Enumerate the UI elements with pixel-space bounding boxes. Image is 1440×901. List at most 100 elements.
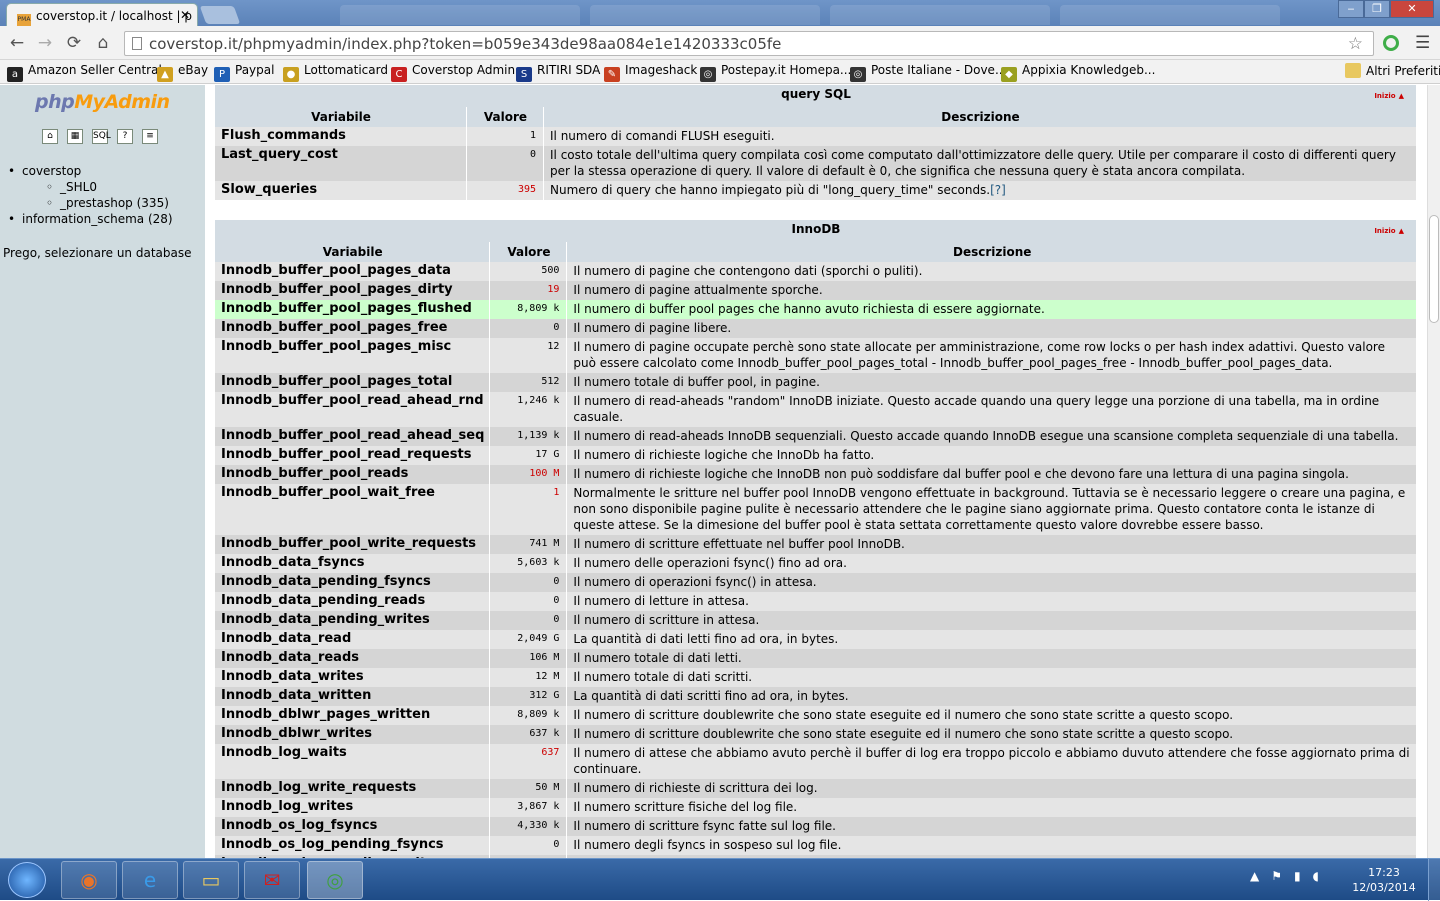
bookmark-star-icon[interactable]: ☆ bbox=[1348, 34, 1363, 54]
sql-icon[interactable]: SQL bbox=[92, 129, 111, 144]
reload-icon[interactable]: ⟳ bbox=[63, 32, 85, 54]
tray-icon[interactable]: ▮ bbox=[1294, 869, 1301, 883]
column-header-description[interactable]: Descrizione bbox=[567, 242, 1416, 262]
postepay-icon: ◎ bbox=[700, 67, 716, 82]
table-row[interactable]: Innodb_buffer_pool_pages_misc 12 Il numero… bbox=[215, 338, 1416, 373]
top-link[interactable]: Inizio ▲ bbox=[1371, 223, 1404, 239]
variable-description: La quantità di dati letti fino ad ora, i… bbox=[567, 630, 1416, 649]
table-row[interactable]: Innodb_os_log_pending_fsyncs 0 Il numero d… bbox=[215, 836, 1416, 855]
bookmark-item[interactable]: C Coverstop Admin bbox=[391, 63, 515, 82]
table-row[interactable]: Innodb_buffer_pool_write_requests 741 M Il… bbox=[215, 535, 1416, 554]
database-item[interactable]: • information_schema (28) bbox=[8, 211, 173, 227]
table-row[interactable]: Innodb_data_pending_writes 0 Il numero di … bbox=[215, 611, 1416, 630]
table-row[interactable]: Flush_commands 1 Il numero di comandi FLUS… bbox=[215, 127, 1416, 146]
bookmark-item[interactable]: ◆ Appixia Knowledgeb... bbox=[1001, 63, 1155, 82]
maximize-button[interactable]: ❐ bbox=[1364, 0, 1390, 18]
variable-name: Innodb_log_writes bbox=[215, 798, 490, 817]
table-row[interactable]: Innodb_buffer_pool_read_requests 17 G Il n… bbox=[215, 446, 1416, 465]
tab-phpmyadmin[interactable]: PMA coverstop.it / localhost | p ✕ bbox=[6, 3, 198, 27]
table-row[interactable]: Last_query_cost 0 Il costo totale dell'ult… bbox=[215, 146, 1416, 181]
firefox-icon[interactable]: ◉ bbox=[61, 861, 117, 899]
database-item[interactable]: • coverstop bbox=[8, 163, 173, 179]
table-row[interactable]: Innodb_data_writes 12 M Il numero totale d… bbox=[215, 668, 1416, 687]
table-row[interactable]: Innodb_data_pending_reads 0 Il numero di l… bbox=[215, 592, 1416, 611]
variable-name: Innodb_buffer_pool_pages_total bbox=[215, 373, 490, 392]
database-item[interactable]: ◦ _SHL0 bbox=[8, 179, 173, 195]
settings-icon[interactable]: ≡ bbox=[142, 129, 158, 144]
table-row[interactable]: Innodb_buffer_pool_pages_data 500 Il numer… bbox=[215, 262, 1416, 281]
tray-icon[interactable]: ⚑ bbox=[1271, 869, 1282, 883]
table-row[interactable]: Innodb_os_log_fsyncs 4,330 k Il numero di … bbox=[215, 817, 1416, 836]
chrome-menu-icon[interactable]: ☰ bbox=[1415, 33, 1430, 53]
appixia-icon: ◆ bbox=[1001, 67, 1017, 82]
bookmark-item[interactable]: S RITIRI SDA bbox=[516, 63, 600, 82]
variable-description: Il numero totale di dati scritti. bbox=[567, 668, 1416, 687]
table-row[interactable]: Innodb_dblwr_pages_written 8,809 k Il nume… bbox=[215, 706, 1416, 725]
bookmark-item[interactable]: a Amazon Seller Central bbox=[7, 63, 162, 82]
phpmyadmin-logo[interactable]: phpMyAdmin bbox=[35, 91, 170, 113]
table-row[interactable]: Innodb_buffer_pool_read_ahead_seq 1,139 k… bbox=[215, 427, 1416, 446]
table-row[interactable]: Innodb_buffer_pool_pages_free 0 Il numero … bbox=[215, 319, 1416, 338]
scrollbar-thumb[interactable] bbox=[1429, 215, 1439, 323]
bookmark-item[interactable]: ◎ Poste Italiane - Dove... bbox=[850, 63, 1006, 82]
description-text: Il numero totale di dati letti. bbox=[573, 651, 742, 665]
clock[interactable]: 17:23 12/03/2014 bbox=[1348, 865, 1420, 895]
table-row[interactable]: Innodb_data_read 2,049 G La quantità di da… bbox=[215, 630, 1416, 649]
internet-explorer-icon[interactable]: e bbox=[122, 861, 178, 899]
table-row[interactable]: Slow_queries 395 Numero di query che hanno… bbox=[215, 181, 1416, 200]
table-row[interactable]: Innodb_buffer_pool_pages_dirty 19 Il numer… bbox=[215, 281, 1416, 300]
description-text: Il numero di pagine occupate perchè sono… bbox=[573, 340, 1385, 370]
column-header-variable[interactable]: Variabile bbox=[215, 242, 490, 262]
top-link[interactable]: Inizio ▲ bbox=[1371, 88, 1404, 104]
variable-name: Innodb_buffer_pool_reads bbox=[215, 465, 490, 484]
bookmark-item[interactable]: P Paypal bbox=[214, 63, 274, 82]
table-row[interactable]: Innodb_buffer_pool_pages_flushed 8,809 k I… bbox=[215, 300, 1416, 319]
column-header-value[interactable]: Valore bbox=[467, 107, 543, 127]
home-icon[interactable]: ⌂ bbox=[42, 129, 58, 144]
mail-icon[interactable]: ✉ bbox=[244, 861, 300, 899]
documentation-link[interactable]: [?] bbox=[990, 183, 1006, 197]
table-row[interactable]: Innodb_data_pending_fsyncs 0 Il numero di … bbox=[215, 573, 1416, 592]
table-row[interactable]: Innodb_log_write_requests 50 M Il numero d… bbox=[215, 779, 1416, 798]
windows-start-button[interactable] bbox=[8, 862, 46, 898]
other-bookmarks[interactable]: Altri Preferiti bbox=[1345, 63, 1440, 78]
back-arrow-icon[interactable]: ← bbox=[6, 32, 28, 54]
table-row[interactable]: Innodb_buffer_pool_reads 100 M Il numero d… bbox=[215, 465, 1416, 484]
column-header-description[interactable]: Descrizione bbox=[544, 107, 1416, 127]
table-row[interactable]: Innodb_log_waits 637 Il numero di attese c… bbox=[215, 744, 1416, 779]
table-row[interactable]: Innodb_log_writes 3,867 k Il numero scritt… bbox=[215, 798, 1416, 817]
tab-close-icon[interactable]: ✕ bbox=[180, 8, 190, 22]
table-row[interactable]: Innodb_buffer_pool_wait_free 1 Normalmente… bbox=[215, 484, 1416, 535]
show-desktop-button[interactable] bbox=[1428, 859, 1440, 901]
table-row[interactable]: Innodb_buffer_pool_pages_total 512 Il nume… bbox=[215, 373, 1416, 392]
home-icon[interactable]: ⌂ bbox=[92, 32, 114, 54]
table-row[interactable]: Innodb_dblwr_writes 637 k Il numero di scr… bbox=[215, 725, 1416, 744]
close-window-button[interactable]: ✕ bbox=[1390, 0, 1434, 18]
variable-description: Il numero di richieste logiche che InnoD… bbox=[567, 446, 1416, 465]
window-controls: ‒ ❐ ✕ bbox=[1338, 0, 1434, 18]
address-bar[interactable]: coverstop.it/phpmyadmin/index.php?token=… bbox=[124, 31, 1374, 56]
extension-icon[interactable] bbox=[1383, 35, 1399, 51]
bookmark-item[interactable]: ▲ eBay bbox=[157, 63, 208, 82]
table-row[interactable]: Innodb_data_reads 106 M Il numero totale d… bbox=[215, 649, 1416, 668]
tray-icon[interactable]: ◖ bbox=[1313, 869, 1319, 883]
page-scrollbar[interactable] bbox=[1427, 85, 1440, 858]
query-window-icon[interactable]: ▦ bbox=[67, 129, 83, 144]
explorer-icon[interactable]: ▭ bbox=[183, 861, 239, 899]
table-row[interactable]: Innodb_buffer_pool_read_ahead_rnd 1,246 k… bbox=[215, 392, 1416, 427]
bookmark-item[interactable]: ✎ Imageshack bbox=[604, 63, 697, 82]
table-row[interactable]: Innodb_data_written 312 G La quantità di d… bbox=[215, 687, 1416, 706]
forward-arrow-icon[interactable]: → bbox=[34, 32, 56, 54]
docs-icon[interactable]: ? bbox=[117, 129, 133, 144]
bookmark-item[interactable]: ● Lottomaticard bbox=[283, 63, 388, 82]
tray-icon[interactable]: ▲ bbox=[1250, 869, 1259, 883]
column-header-value[interactable]: Valore bbox=[490, 242, 567, 262]
chrome-icon[interactable]: ◎ bbox=[307, 861, 363, 899]
database-item[interactable]: ◦ _prestashop (335) bbox=[8, 195, 173, 211]
column-header-variable[interactable]: Variabile bbox=[215, 107, 466, 127]
new-tab-button[interactable] bbox=[199, 6, 241, 24]
minimize-button[interactable]: ‒ bbox=[1338, 0, 1364, 18]
description-text: Il numero di scritture doublewrite che s… bbox=[573, 727, 1234, 741]
table-row[interactable]: Innodb_data_fsyncs 5,603 k Il numero delle… bbox=[215, 554, 1416, 573]
bookmark-item[interactable]: ◎ Postepay.it Homepa... bbox=[700, 63, 851, 82]
